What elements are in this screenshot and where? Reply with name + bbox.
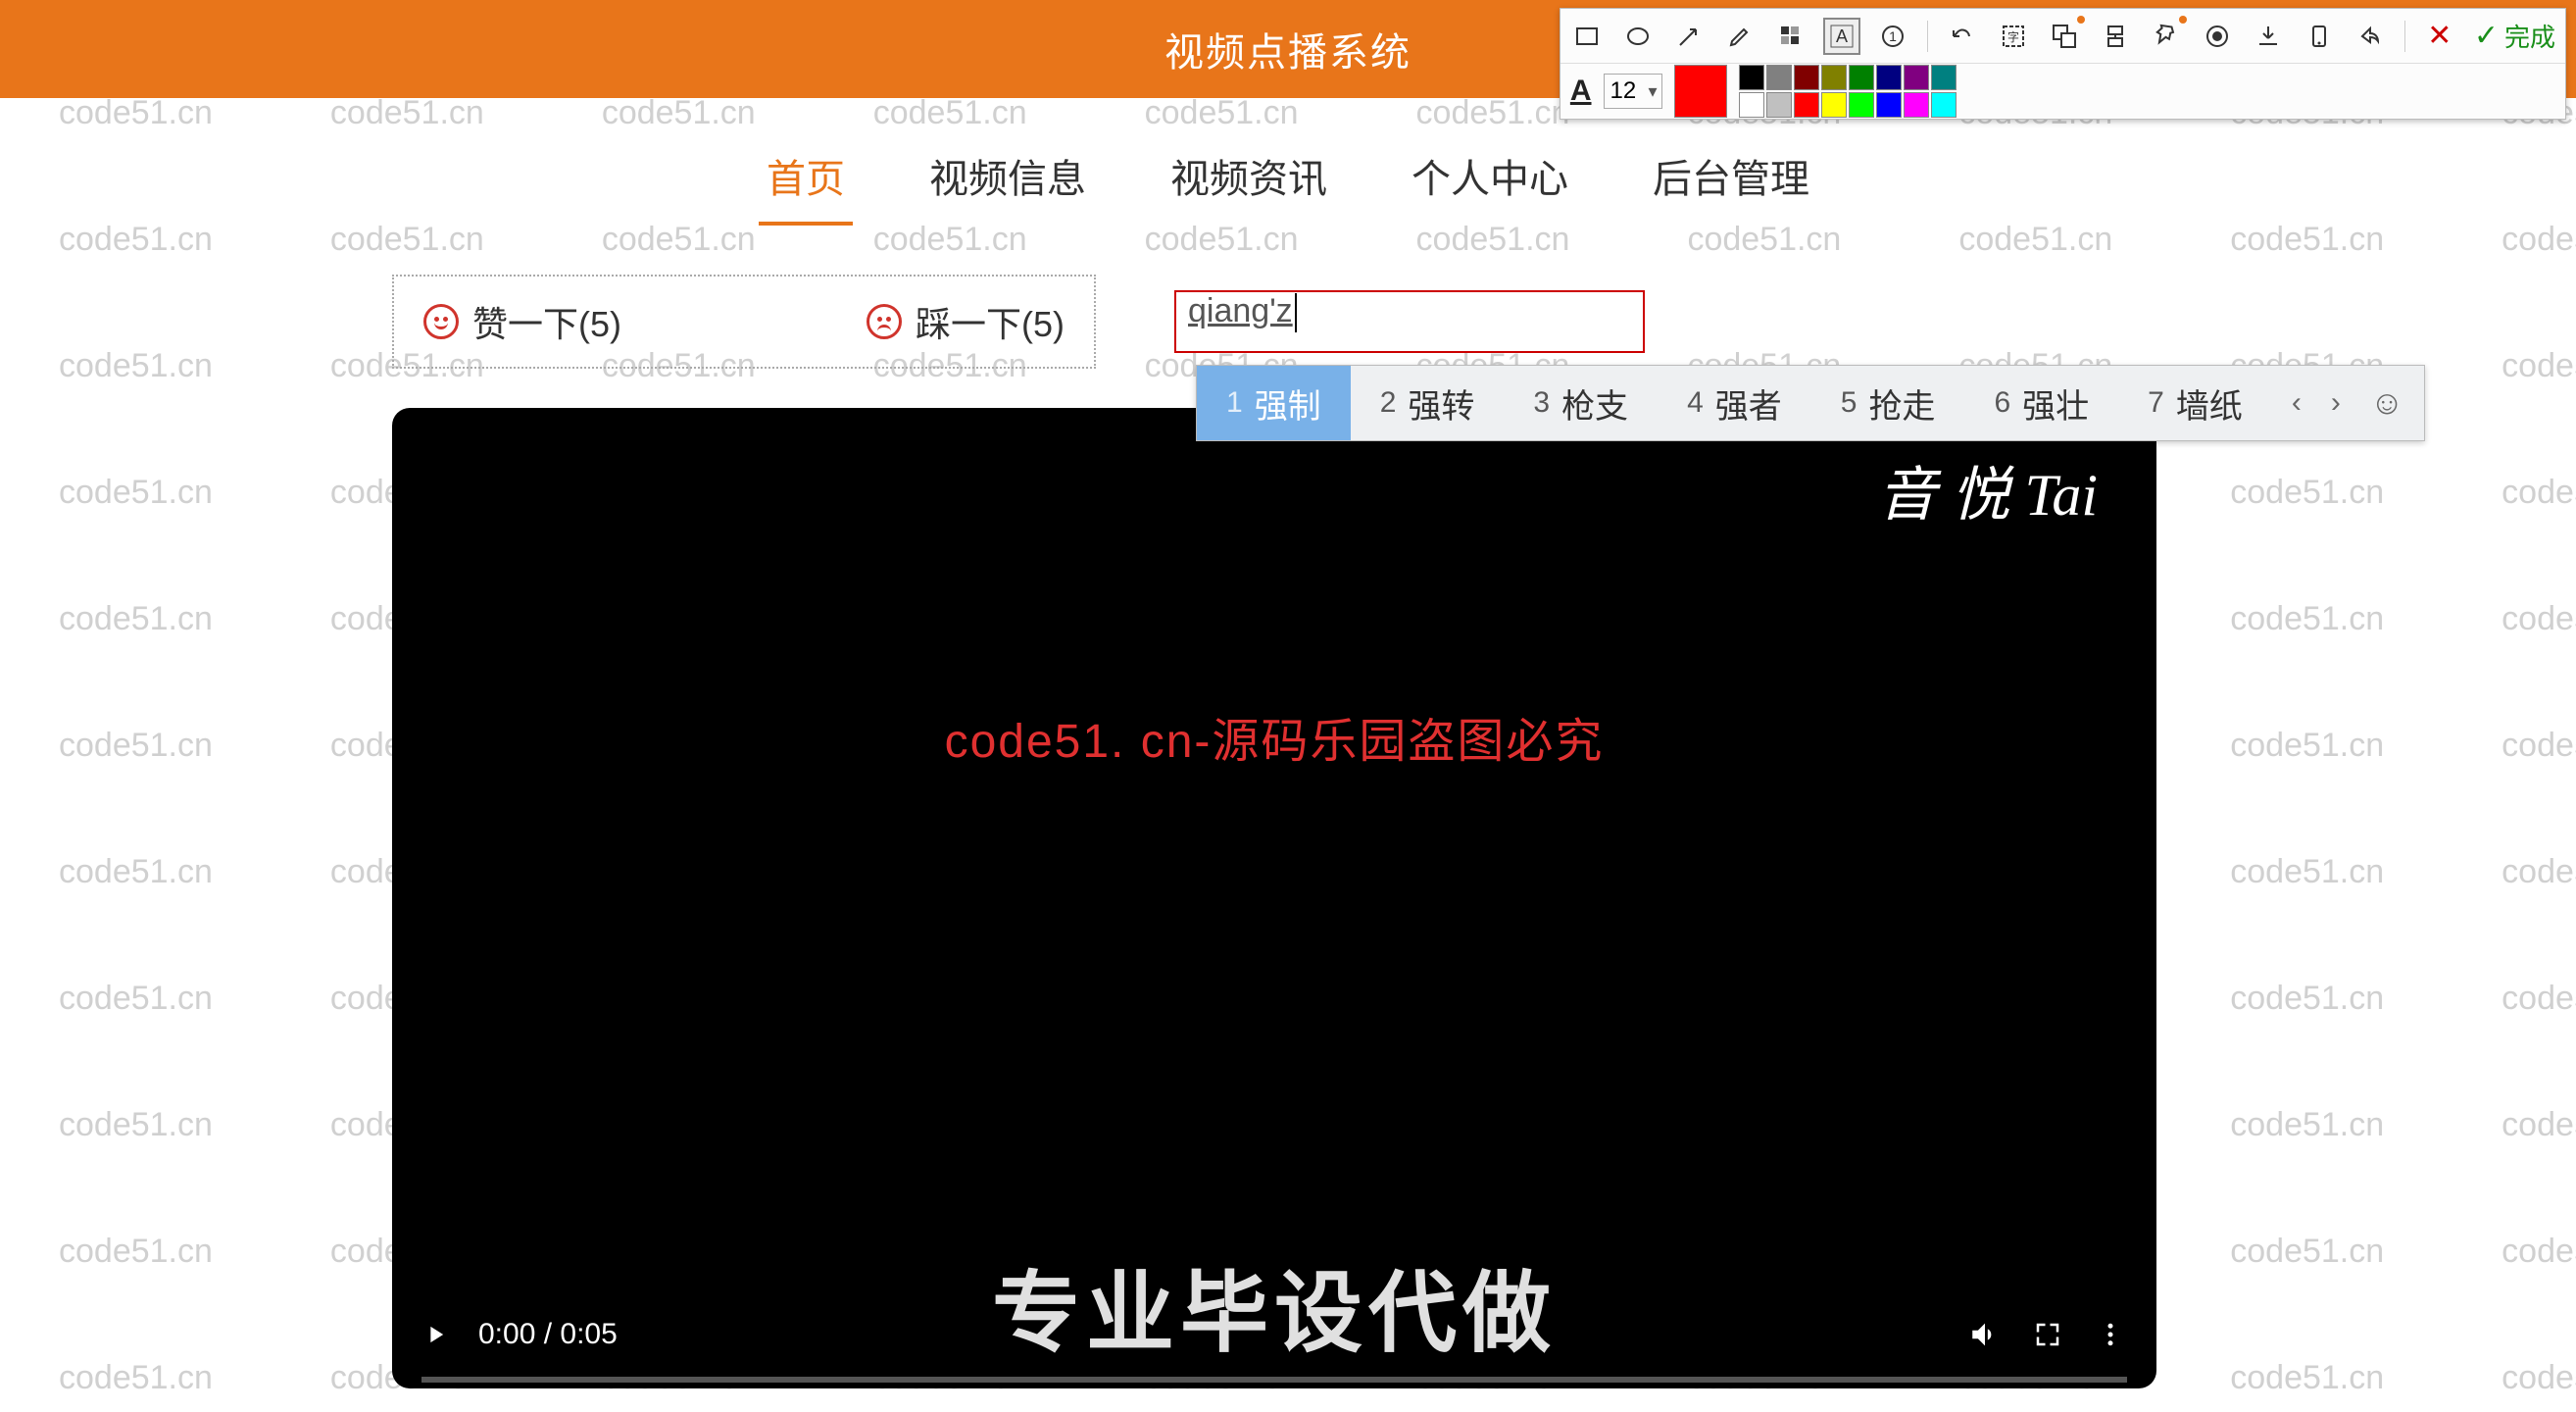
ime-candidate-3[interactable]: 3枪支 xyxy=(1504,366,1658,440)
ocr-tool-icon[interactable]: 字 xyxy=(1997,20,2030,53)
arrow-tool-icon[interactable] xyxy=(1672,20,1706,53)
ime-candidate-2[interactable]: 2强转 xyxy=(1351,366,1505,440)
ime-emoji-button[interactable]: ☺ xyxy=(2370,384,2404,423)
counter-tool-icon[interactable]: 1 xyxy=(1876,20,1909,53)
check-icon: ✓ xyxy=(2474,19,2499,53)
ime-candidate-5[interactable]: 5抢走 xyxy=(1811,366,1965,440)
nav-user-center[interactable]: 个人中心 xyxy=(1404,137,1576,226)
ime-candidate-4[interactable]: 4强者 xyxy=(1658,366,1811,440)
more-icon[interactable] xyxy=(2094,1318,2127,1351)
app-title: 视频点播系统 xyxy=(1164,21,1412,77)
color-swatch[interactable] xyxy=(1766,92,1792,118)
pin-tool-icon[interactable] xyxy=(2150,20,2183,53)
nav-home[interactable]: 首页 xyxy=(759,137,853,226)
video-progress-bar[interactable] xyxy=(421,1377,2127,1383)
text-tool-icon[interactable]: A xyxy=(1825,20,1858,53)
undo-icon[interactable] xyxy=(1946,20,1979,53)
dislike-button[interactable]: 踩一下(5) xyxy=(867,296,1065,347)
video-time: 0:00 / 0:05 xyxy=(478,1318,618,1351)
color-swatch[interactable] xyxy=(1849,65,1874,90)
ime-next-page[interactable]: › xyxy=(2331,386,2341,420)
svg-text:1: 1 xyxy=(1889,28,1897,44)
cancel-icon[interactable]: ✕ xyxy=(2423,20,2456,53)
color-palette xyxy=(1739,65,1984,118)
color-swatch[interactable] xyxy=(1766,65,1792,90)
scroll-capture-icon[interactable] xyxy=(2099,20,2132,53)
video-controls: 0:00 / 0:05 xyxy=(392,1281,2156,1388)
color-swatch[interactable] xyxy=(1931,65,1957,90)
color-swatch[interactable] xyxy=(1904,65,1929,90)
nav-admin[interactable]: 后台管理 xyxy=(1645,137,1817,226)
ime-prev-page[interactable]: ‹ xyxy=(2292,386,2302,420)
ime-candidate-1[interactable]: 1强制 xyxy=(1197,366,1351,440)
smile-icon xyxy=(423,304,459,339)
vote-box: 赞一下(5) 踩一下(5) xyxy=(392,275,1096,369)
rect-tool-icon[interactable] xyxy=(1570,20,1604,53)
color-swatch[interactable] xyxy=(1794,92,1819,118)
text-cursor xyxy=(1295,293,1297,332)
ime-candidate-7[interactable]: 7墙纸 xyxy=(2118,366,2272,440)
ellipse-tool-icon[interactable] xyxy=(1621,20,1655,53)
pencil-tool-icon[interactable] xyxy=(1723,20,1757,53)
like-label: 赞一下(5) xyxy=(472,296,621,347)
color-swatch[interactable] xyxy=(1739,92,1764,118)
ime-candidate-bar: 1强制 2强转 3枪支 4强者 5抢走 6强壮 7墙纸 ‹ › ☺ xyxy=(1196,365,2425,441)
nav-video-news[interactable]: 视频资讯 xyxy=(1163,137,1335,226)
color-swatch[interactable] xyxy=(1794,65,1819,90)
screenshot-tools-row: A 1 字 ✕ ✓完成 xyxy=(1560,9,2565,64)
fullscreen-icon[interactable] xyxy=(2031,1318,2064,1351)
color-swatch[interactable] xyxy=(1739,65,1764,90)
ime-controls: ‹ › ☺ xyxy=(2272,384,2424,423)
device-icon[interactable] xyxy=(2303,20,2336,53)
color-swatch[interactable] xyxy=(1931,92,1957,118)
finish-button[interactable]: ✓完成 xyxy=(2474,18,2555,54)
ime-composing-text: qiang'z xyxy=(1188,292,1293,329)
ime-candidate-6[interactable]: 6强壮 xyxy=(1964,366,2118,440)
font-size-select[interactable]: 12 xyxy=(1604,74,1662,109)
share-icon[interactable] xyxy=(2353,20,2387,53)
nav-video-info[interactable]: 视频信息 xyxy=(921,137,1094,226)
color-swatch[interactable] xyxy=(1821,92,1847,118)
translate-tool-icon[interactable] xyxy=(2048,20,2081,53)
mosaic-tool-icon[interactable] xyxy=(1774,20,1808,53)
color-swatch[interactable] xyxy=(1849,92,1874,118)
volume-icon[interactable] xyxy=(1968,1318,2002,1351)
color-swatch[interactable] xyxy=(1821,65,1847,90)
video-player[interactable]: 音 悦 Tai code51. cn-源码乐园盗图必究 专业毕设代做 0:00 … xyxy=(392,408,2156,1388)
frown-icon xyxy=(867,304,902,339)
play-button[interactable] xyxy=(421,1321,449,1348)
video-overlay-text: code51. cn-源码乐园盗图必究 xyxy=(392,702,2156,771)
screenshot-text-options-row: A 12 xyxy=(1560,64,2565,119)
svg-text:字: 字 xyxy=(2007,29,2019,44)
current-color-swatch[interactable] xyxy=(1674,65,1727,118)
dislike-label: 踩一下(5) xyxy=(916,296,1065,347)
record-icon[interactable] xyxy=(2201,20,2234,53)
svg-text:A: A xyxy=(1836,26,1848,46)
main-nav: 首页 视频信息 视频资讯 个人中心 后台管理 xyxy=(0,137,2576,226)
color-swatch[interactable] xyxy=(1876,92,1902,118)
comment-input[interactable]: qiang'z xyxy=(1174,290,1645,353)
interaction-row: 赞一下(5) 踩一下(5) qiang'z xyxy=(392,275,2576,369)
color-swatch[interactable] xyxy=(1876,65,1902,90)
font-style-icon[interactable]: A xyxy=(1570,75,1592,108)
download-icon[interactable] xyxy=(2252,20,2285,53)
screenshot-toolbar: A 1 字 ✕ ✓完成 A 12 xyxy=(1560,8,2566,120)
like-button[interactable]: 赞一下(5) xyxy=(423,296,621,347)
video-source-logo: 音 悦 Tai xyxy=(1877,447,2098,532)
color-swatch[interactable] xyxy=(1904,92,1929,118)
